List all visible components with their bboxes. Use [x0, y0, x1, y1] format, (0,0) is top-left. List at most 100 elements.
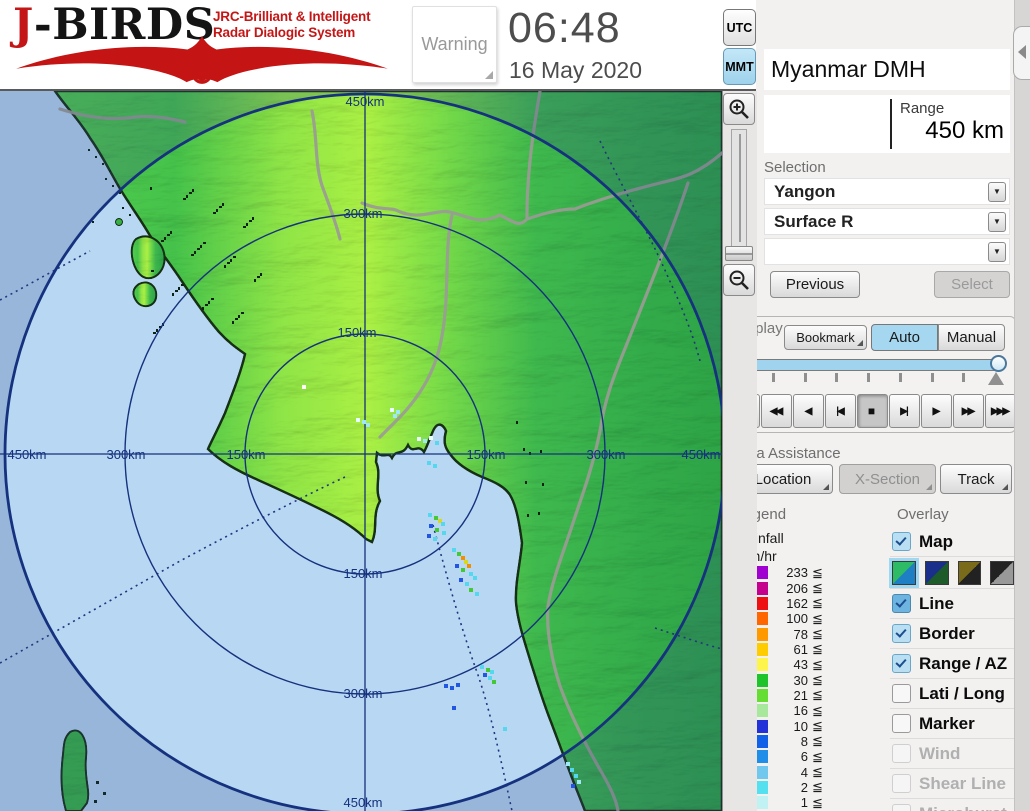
site-dropdown[interactable]: Yangon ▼	[764, 178, 1010, 205]
zoom-in-button[interactable]	[723, 93, 755, 125]
selection-label: Selection	[764, 159, 826, 176]
overlay-checkbox-map[interactable]	[892, 532, 911, 551]
range-ring-label: 300km	[343, 206, 382, 221]
forward-fastest-button[interactable]: ▶▶▶	[985, 394, 1016, 428]
replay-slider-handle[interactable]	[990, 355, 1007, 372]
range-divider	[890, 99, 892, 149]
overlay-checkbox-border[interactable]	[892, 624, 911, 643]
less-equal-symbol: ≦	[812, 610, 823, 626]
map-style-swatch-4[interactable]	[990, 560, 1014, 585]
site-name: Myanmar DMH	[764, 49, 1010, 90]
legend-value: 10	[793, 718, 808, 734]
legend-value: 78	[793, 626, 808, 642]
mmt-button[interactable]: MMT	[723, 48, 756, 85]
legend-value: 30	[793, 672, 808, 688]
legend-value: 61	[793, 641, 808, 657]
overlay-row-line: Line	[890, 588, 1014, 618]
legend-value: 100	[786, 611, 808, 627]
zoom-out-button[interactable]	[723, 264, 755, 296]
range-label: Range	[900, 100, 945, 117]
chevron-down-icon[interactable]: ▼	[988, 242, 1006, 262]
map-style-swatch-1[interactable]	[889, 557, 919, 588]
slider-ticks	[740, 373, 1000, 384]
overlay-row-shear-line: Shear Line	[890, 768, 1014, 798]
overlay-row-marker: Marker	[890, 708, 1014, 738]
slider-tick	[930, 373, 934, 382]
overlay-label-line: Line	[919, 593, 954, 613]
legend-value: 2	[800, 779, 808, 795]
step-back-button[interactable]: |◀	[825, 394, 856, 428]
product-dropdown[interactable]: Surface R ▼	[764, 208, 1010, 235]
less-equal-symbol: ≦	[812, 656, 823, 672]
chevron-down-icon[interactable]: ▼	[988, 212, 1006, 232]
less-equal-symbol: ≦	[812, 702, 823, 718]
replay-slider-track[interactable]	[740, 359, 1000, 371]
range-ring-label: 150km	[466, 447, 505, 462]
legend-value: 43	[793, 657, 808, 673]
collapse-left-icon	[1018, 45, 1026, 59]
less-equal-symbol: ≦	[812, 733, 823, 749]
less-equal-symbol: ≦	[812, 641, 823, 657]
clock-time: 06:48	[508, 4, 621, 52]
overlay-row-wind: Wind	[890, 738, 1014, 768]
range-value: 450 km	[925, 117, 1004, 144]
overlay-label-marker: Marker	[919, 713, 975, 733]
utc-button[interactable]: UTC	[723, 9, 756, 46]
less-equal-symbol: ≦	[812, 672, 823, 688]
range-ring-label: 150km	[337, 325, 376, 340]
play-reverse-button[interactable]: ◀	[793, 394, 824, 428]
slider-tick	[772, 373, 775, 382]
manual-button[interactable]: Manual	[938, 324, 1005, 351]
range-ring-label: 300km	[343, 686, 382, 701]
zoom-slider-thumb[interactable]	[725, 246, 753, 261]
less-equal-symbol: ≦	[812, 626, 823, 642]
warning-button[interactable]: Warning	[412, 6, 497, 83]
j-birds-logo: J-BIRDS JRC-Brilliant & Intelligent Rada…	[0, 0, 402, 89]
overlay-row-border: Border	[890, 618, 1014, 648]
bookmark-button[interactable]: Bookmark	[784, 325, 867, 350]
overlay-row-microburst: Microburst	[890, 798, 1014, 811]
overlay-label-lati-long: Lati / Long	[919, 683, 1005, 703]
overlay-checkbox-wind	[892, 744, 911, 763]
range-ring-label: 450km	[7, 447, 46, 462]
overlay-checkbox-range-az[interactable]	[892, 654, 911, 673]
legend-value: 4	[800, 764, 808, 780]
zoom-in-icon	[729, 99, 749, 119]
slider-tick	[962, 373, 966, 382]
panel-edge-strip	[1014, 0, 1030, 811]
less-equal-symbol: ≦	[812, 687, 823, 703]
overlay-checkbox-marker[interactable]	[892, 714, 911, 733]
previous-button[interactable]: Previous	[770, 271, 860, 298]
overlay-checkbox-lati-long[interactable]	[892, 684, 911, 703]
legend-value: 8	[800, 733, 808, 749]
overlay-checkbox-line[interactable]	[892, 594, 911, 613]
less-equal-symbol: ≦	[812, 580, 823, 596]
overlay-row-range-az: Range / AZ	[890, 648, 1014, 678]
chevron-down-icon[interactable]: ▼	[988, 182, 1006, 202]
rewind-button[interactable]: ◀◀	[761, 394, 792, 428]
legend-value: 162	[786, 595, 808, 611]
x-section-button: X-Section	[839, 464, 936, 494]
overlay-label-wind: Wind	[919, 743, 961, 763]
auto-button[interactable]: Auto	[871, 324, 938, 351]
overlay-label-microburst: Microburst	[919, 804, 1007, 811]
zoom-out-icon	[729, 270, 749, 290]
radar-map[interactable]: 450km 300km 150km 450km 300km 150km 150km 300km…	[0, 89, 727, 811]
overlay-label: Overlay	[897, 506, 949, 523]
map-style-swatch-3[interactable]	[957, 560, 982, 585]
range-ring-label: 300km	[586, 447, 625, 462]
less-equal-symbol: ≦	[812, 779, 823, 795]
play-button[interactable]: ▶	[921, 394, 952, 428]
playback-controls: ◀◀◀◀◀◀|◀■▶|▶▶▶▶▶▶	[729, 394, 1016, 428]
map-style-swatch-2[interactable]	[924, 560, 949, 585]
stop-button[interactable]: ■	[857, 394, 888, 428]
step-forward-button[interactable]: ▶|	[889, 394, 920, 428]
track-button[interactable]: Track	[940, 464, 1012, 494]
range-box: Range 450 km	[764, 95, 1010, 153]
slider-tick	[803, 373, 807, 382]
extra-dropdown[interactable]: ▼	[764, 238, 1010, 265]
panel-collapse-tab[interactable]	[1013, 26, 1030, 80]
zoom-slider-track[interactable]	[731, 129, 747, 248]
fast-forward-button[interactable]: ▶▶	[953, 394, 984, 428]
range-ring-label: 450km	[345, 94, 384, 109]
